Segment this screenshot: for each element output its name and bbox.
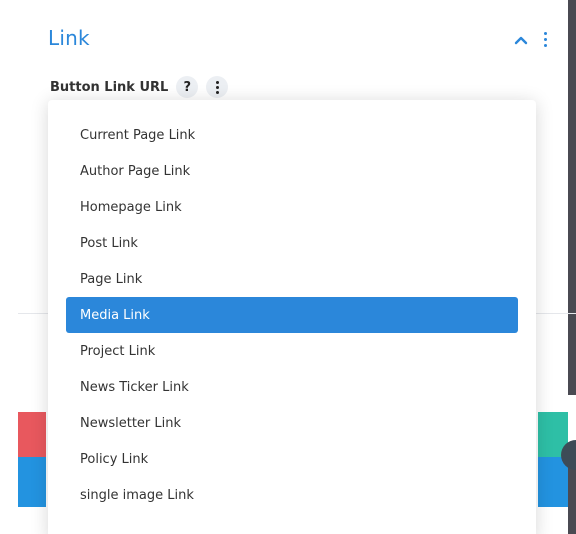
dropdown-item[interactable]: Policy Link [48,441,536,477]
dropdown-item[interactable]: News Ticker Link [48,369,536,405]
dropdown-item[interactable]: Project Link [48,333,536,369]
field-label: Button Link URL [50,79,169,95]
kebab-icon[interactable] [542,32,548,47]
red-segment [18,412,46,457]
field-label-row: Button Link URL ? [50,76,229,98]
section-controls [514,32,548,47]
link-dropdown: Current Page Link Author Page Link Homepag… [48,100,536,534]
dropdown-item[interactable]: Media Link [66,297,518,333]
dropdown-item[interactable]: Current Page Link [48,117,536,153]
help-label: ? [183,79,192,95]
dropdown-item[interactable]: Newsletter Link [48,405,536,441]
dropdown-item[interactable]: Author Page Link [48,153,536,189]
dropdown-item[interactable]: single image Link [48,477,536,513]
blue-segment-left [18,457,46,507]
dropdown-item[interactable]: Page Link [48,261,536,297]
dropdown-item[interactable]: Homepage Link [48,189,536,225]
options-icon[interactable] [206,76,229,98]
dropdown-item[interactable]: Post Link [48,225,536,261]
chevron-up-icon[interactable] [514,33,528,47]
help-icon[interactable]: ? [176,76,199,98]
section-title: Link [48,26,90,50]
